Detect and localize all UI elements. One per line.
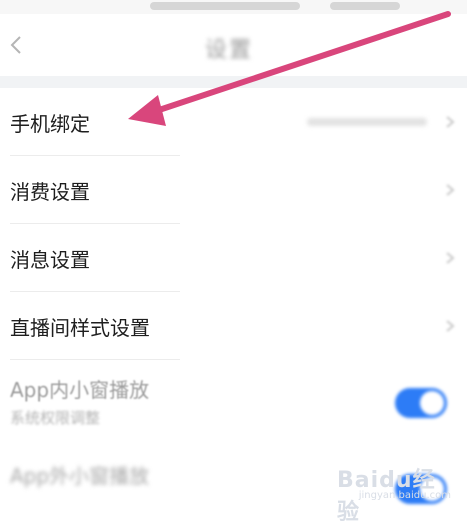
status-bar — [0, 0, 467, 14]
settings-item-live-room-style[interactable]: 直播间样式设置 — [0, 292, 467, 360]
chevron-right-icon — [445, 114, 455, 128]
baidu-watermark: Baidu经验 jingyan.baidu.com — [337, 462, 457, 525]
settings-item-label: 手机绑定 — [10, 112, 90, 136]
settings-item-label: 直播间样式设置 — [10, 316, 150, 340]
watermark-url: jingyan.baidu.com — [358, 490, 451, 501]
navigation-bar: 设置 — [0, 14, 467, 76]
settings-item-consumption[interactable]: 消费设置 — [0, 156, 467, 224]
chevron-right-icon — [445, 250, 455, 264]
settings-item-label: App内小窗播放 — [10, 378, 150, 402]
settings-item-sublabel: 系统权限调整 — [10, 409, 101, 427]
section-divider — [0, 76, 467, 88]
settings-item-label: 消费设置 — [10, 180, 90, 204]
mini-window-toggle[interactable] — [395, 388, 447, 418]
settings-item-in-app-mini-window: App内小窗播放 系统权限调整 — [0, 360, 467, 446]
page-title: 设置 — [205, 38, 254, 63]
chevron-right-icon — [445, 318, 455, 332]
back-arrow-icon[interactable] — [8, 34, 26, 56]
phone-number-value — [307, 118, 427, 126]
settings-item-label: 消息设置 — [10, 248, 90, 272]
settings-item-label: App外小窗播放 — [10, 464, 150, 488]
settings-item-phone-binding[interactable]: 手机绑定 — [0, 88, 467, 156]
chevron-right-icon — [445, 182, 455, 196]
settings-item-messages[interactable]: 消息设置 — [0, 224, 467, 292]
toggle-knob — [420, 391, 444, 415]
